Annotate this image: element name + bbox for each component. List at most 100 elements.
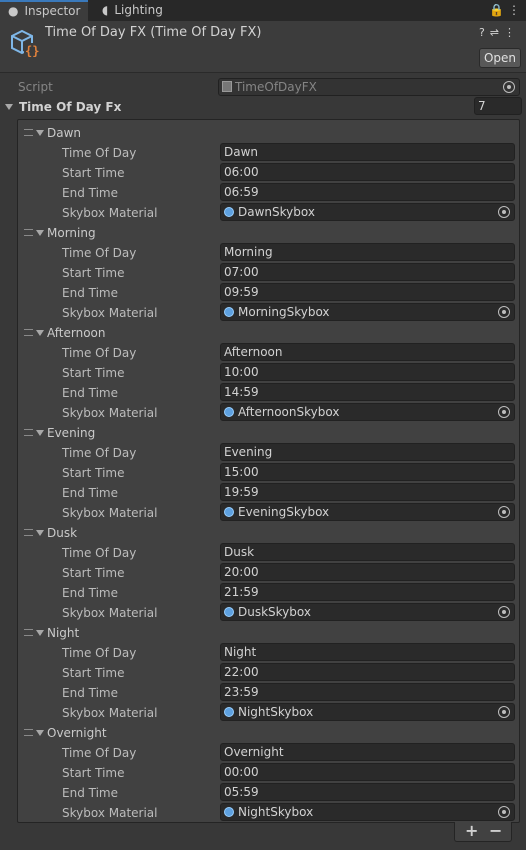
element-foldout-arrow-icon[interactable] (36, 130, 44, 136)
add-element-button[interactable]: + (465, 822, 478, 840)
tab-inspector[interactable]: ● Inspector (0, 0, 88, 21)
end-time-field[interactable]: 06:59 (220, 183, 515, 201)
end-time-field[interactable]: 21:59 (220, 583, 515, 601)
start-time-label: Start Time (62, 666, 125, 680)
start-time-field[interactable]: 00:00 (220, 763, 515, 781)
material-icon (224, 707, 234, 717)
element-title[interactable]: Night (47, 626, 79, 640)
element-foldout-arrow-icon[interactable] (36, 530, 44, 536)
element-title[interactable]: Morning (47, 226, 96, 240)
script-file-icon (222, 81, 232, 92)
list-size-field[interactable]: 7 (474, 97, 522, 115)
time-of-day-field[interactable]: Dusk (220, 543, 515, 561)
skybox-material-value: DawnSkybox (238, 205, 315, 219)
preset-icon[interactable]: ⇌ (490, 26, 504, 39)
element-foldout-arrow-icon[interactable] (36, 430, 44, 436)
list-footer: + − (454, 822, 512, 842)
component-title: Time Of Day FX (Time Of Day FX) (45, 25, 262, 40)
script-component-icon: {} (11, 29, 39, 58)
open-button[interactable]: Open (479, 48, 521, 68)
element-foldout-arrow-icon[interactable] (36, 630, 44, 636)
reorderable-list: Dawn Time Of Day Dawn Start Time 06:00 End Ti… (17, 119, 520, 823)
end-time-label: End Time (62, 486, 118, 500)
remove-element-button[interactable]: − (489, 822, 502, 840)
object-picker-icon[interactable] (498, 506, 510, 518)
time-of-day-field[interactable]: Dawn (220, 143, 515, 161)
time-of-day-field[interactable]: Night (220, 643, 515, 661)
end-time-field[interactable]: 19:59 (220, 483, 515, 501)
help-icon[interactable]: ? (479, 26, 490, 39)
time-of-day-field[interactable]: Afternoon (220, 343, 515, 361)
element-title[interactable]: Evening (47, 426, 95, 440)
start-time-label: Start Time (62, 466, 125, 480)
skybox-material-value: AfternoonSkybox (238, 405, 340, 419)
object-picker-icon[interactable] (498, 406, 510, 418)
drag-handle-icon[interactable] (24, 629, 33, 636)
start-time-field[interactable]: 22:00 (220, 663, 515, 681)
header-icons: ?⇌⋮ (479, 26, 520, 39)
object-picker-icon[interactable] (498, 306, 510, 318)
element-title[interactable]: Overnight (47, 726, 107, 740)
script-row: Script TimeOfDayFX (0, 77, 526, 97)
end-time-label: End Time (62, 586, 118, 600)
component-header: {} Time Of Day FX (Time Of Day FX) ?⇌⋮ O… (0, 21, 526, 73)
drag-handle-icon[interactable] (24, 429, 33, 436)
start-time-field[interactable]: 10:00 (220, 363, 515, 381)
more-icon[interactable]: ⋮ (504, 26, 520, 39)
material-icon (224, 607, 234, 617)
drag-handle-icon[interactable] (24, 529, 33, 536)
element-title[interactable]: Dusk (47, 526, 77, 540)
object-picker-icon[interactable] (498, 206, 510, 218)
start-time-field[interactable]: 15:00 (220, 463, 515, 481)
element-title[interactable]: Afternoon (47, 326, 106, 340)
skybox-material-field[interactable]: NightSkybox (220, 803, 515, 821)
skybox-material-value: NightSkybox (238, 805, 314, 819)
time-of-day-field[interactable]: Overnight (220, 743, 515, 761)
skybox-material-label: Skybox Material (62, 706, 158, 720)
skybox-material-field[interactable]: MorningSkybox (220, 303, 515, 321)
time-of-day-label: Time Of Day (62, 746, 137, 760)
lock-icon[interactable]: 🔒 (489, 3, 504, 17)
start-time-label: Start Time (62, 266, 125, 280)
start-time-field[interactable]: 20:00 (220, 563, 515, 581)
drag-handle-icon[interactable] (24, 129, 33, 136)
skybox-material-field[interactable]: DawnSkybox (220, 203, 515, 221)
skybox-material-field[interactable]: DuskSkybox (220, 603, 515, 621)
material-icon (224, 307, 234, 317)
material-icon (224, 807, 234, 817)
end-time-label: End Time (62, 686, 118, 700)
element-foldout-arrow-icon[interactable] (36, 730, 44, 736)
start-time-field[interactable]: 07:00 (220, 263, 515, 281)
end-time-field[interactable]: 09:59 (220, 283, 515, 301)
end-time-field[interactable]: 14:59 (220, 383, 515, 401)
list-header-row[interactable]: Time Of Day Fx 7 (0, 97, 526, 117)
drag-handle-icon[interactable] (24, 229, 33, 236)
time-of-day-label: Time Of Day (62, 146, 137, 160)
drag-handle-icon[interactable] (24, 729, 33, 736)
drag-handle-icon[interactable] (24, 329, 33, 336)
object-picker-icon[interactable] (498, 606, 510, 618)
foldout-arrow-icon[interactable] (5, 104, 13, 110)
more-menu-icon[interactable]: ⋮ (508, 3, 520, 17)
object-picker-icon[interactable] (498, 806, 510, 818)
end-time-label: End Time (62, 386, 118, 400)
element-foldout-arrow-icon[interactable] (36, 230, 44, 236)
time-of-day-field[interactable]: Evening (220, 443, 515, 461)
start-time-label: Start Time (62, 766, 125, 780)
element-title[interactable]: Dawn (47, 126, 81, 140)
tab-inspector-label: Inspector (24, 4, 81, 18)
skybox-material-field[interactable]: NightSkybox (220, 703, 515, 721)
element-foldout-arrow-icon[interactable] (36, 330, 44, 336)
object-picker-icon[interactable] (498, 706, 510, 718)
time-of-day-field[interactable]: Morning (220, 243, 515, 261)
skybox-material-field[interactable]: EveningSkybox (220, 503, 515, 521)
end-time-field[interactable]: 05:59 (220, 783, 515, 801)
skybox-material-value: MorningSkybox (238, 305, 330, 319)
skybox-material-field[interactable]: AfternoonSkybox (220, 403, 515, 421)
start-time-field[interactable]: 06:00 (220, 163, 515, 181)
time-of-day-label: Time Of Day (62, 346, 137, 360)
skybox-material-label: Skybox Material (62, 306, 158, 320)
tab-lighting[interactable]: ◖ Lighting (102, 0, 182, 21)
script-field: TimeOfDayFX (218, 78, 520, 96)
end-time-field[interactable]: 23:59 (220, 683, 515, 701)
